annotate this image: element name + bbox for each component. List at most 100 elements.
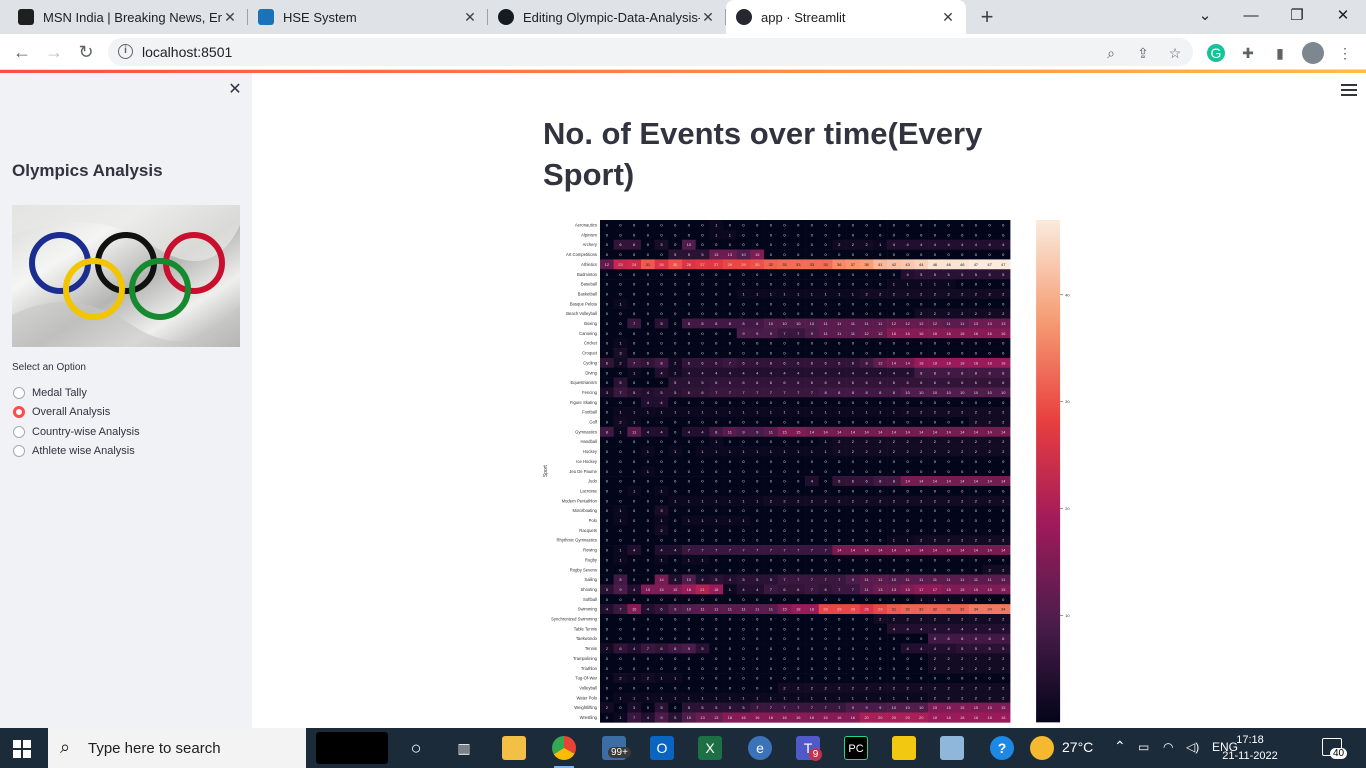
heatmap-cell-label: 14 [864,429,869,434]
radio-overall-analysis[interactable]: Overall Analysis [13,404,110,420]
file-explorer-icon[interactable] [502,736,526,760]
heatmap-cell-label: 18 [987,715,992,720]
minimize-button[interactable]: — [1228,0,1274,34]
site-info-icon[interactable]: i [118,44,133,59]
msn-icon [18,9,34,25]
battery-icon[interactable]: ▭ [1138,740,1149,754]
taskbar-search-box[interactable]: ⌕ Type here to search [48,728,306,768]
back-icon[interactable]: ← [10,40,34,64]
new-tab-button[interactable]: + [976,4,998,30]
bookmark-star-icon[interactable]: ☆ [1167,45,1183,61]
reload-icon[interactable]: ↻ [74,40,98,64]
sport-tick-label: Gymnastics [575,429,597,434]
radio-circle[interactable] [13,426,25,438]
close-tab-icon[interactable]: ✕ [940,9,956,26]
heatmap-cell-label: 14 [1001,548,1006,553]
heatmap-cell-label: 10 [769,321,774,326]
heatmap-cell-label: 10 [741,252,746,257]
hamburger-menu-icon[interactable] [1341,84,1357,98]
close-sidebar-icon[interactable]: ✕ [226,81,244,99]
sport-tick-label: Racquets [579,528,597,533]
heatmap-cell-label: 29 [851,607,856,612]
profile-avatar[interactable] [1302,42,1324,64]
heatmap-cell-label: 30 [755,262,760,267]
heatmap-cell-label: 30 [673,262,678,267]
windows-start-icon[interactable] [13,740,31,758]
close-window-button[interactable]: ✕ [1320,0,1366,34]
paint-icon[interactable] [940,736,964,760]
help-icon[interactable]: ? [990,736,1014,760]
promo-banner-icon[interactable] [316,732,388,764]
tab-search-icon[interactable]: ⌄ [1182,0,1228,34]
forward-icon[interactable]: → [42,40,66,64]
close-tab-icon[interactable]: ✕ [222,9,238,26]
heatmap-cell-label: 17 [919,587,924,592]
tab-streamlit[interactable]: app · Streamlit ✕ [726,0,966,34]
sport-tick-label: Athletics [581,262,597,267]
heatmap-cell-label: 12 [605,262,610,267]
heatmap-cell-label: 15 [782,607,787,612]
side-panel-icon[interactable]: ▮ [1271,44,1289,62]
radio-circle[interactable] [13,387,25,399]
heatmap-cell-label: 10 [796,321,801,326]
search-icon: ⌕ [60,737,71,757]
sport-tick-label: Jeu De Paume [569,469,597,474]
heatmap-cell-label: 16 [851,715,856,720]
browser-menu-icon[interactable]: ⋮ [1336,44,1354,62]
maximize-button[interactable]: ❐ [1274,0,1320,34]
tab-msn[interactable]: MSN India | Breaking News, Ente ✕ [8,0,248,34]
close-tab-icon[interactable]: ✕ [700,9,716,26]
sport-tick-label: Football [582,410,597,415]
clock[interactable]: 17:18 21-11-2022 [1218,732,1282,764]
address-bar[interactable]: i localhost:8501 ⌕ ⇪ ☆ [108,38,1193,66]
ge-icon[interactable]: e [748,736,772,760]
heatmap-cell-label: 16 [755,715,760,720]
task-view-icon[interactable]: ▥ [452,736,476,760]
chrome-icon[interactable] [552,736,576,768]
radio-country-wise-analysis[interactable]: Country-wise Analysis [13,424,140,440]
heatmap-cell-label: 14 [905,548,910,553]
radio-athlete-wise-analysis[interactable]: Athlete wise Analysis [13,443,135,459]
heatmap-cell-label: 15 [1001,587,1006,592]
mail-badge: 99+ [608,747,631,758]
excel-icon[interactable]: X [698,736,722,760]
heatmap-cell-label: 14 [987,548,992,553]
sport-tick-label: Archery [583,242,598,247]
sport-tick-label: Tennis [585,646,597,651]
browser-toolbar: ← → ↻ i localhost:8501 ⌕ ⇪ ☆ [0,34,1366,70]
power-bi-icon[interactable] [892,736,916,760]
close-tab-icon[interactable]: ✕ [462,9,478,26]
wifi-icon[interactable]: ◠ [1163,740,1173,754]
heatmap-cell-label: 12 [919,321,924,326]
heatmap-cell-label: 14 [823,429,828,434]
share-icon[interactable]: ⇪ [1135,45,1151,61]
heatmap-cell-label: 18 [933,715,938,720]
heatmap-cell-label: 14 [905,429,910,434]
heatmap-cell-label: 10 [960,390,965,395]
heatmap-cell-label: 14 [878,429,883,434]
sport-tick-label: Golf [589,420,598,425]
heatmap-cell-label: 16 [892,331,897,336]
sport-tick-label: Rugby Sevens [570,567,597,572]
heatmap-cell-label: 14 [837,548,842,553]
heatmap-cell-label: 20 [864,715,869,720]
notification-count: 40 [1330,748,1348,759]
grammarly-icon[interactable]: G [1207,44,1225,62]
chevron-up-icon[interactable]: ⌃ [1114,738,1126,755]
heatmap-cell-label: 14 [933,479,938,484]
radio-medal-tally[interactable]: Medal Tally [13,385,87,401]
heatmap-cell-label: 23 [618,262,623,267]
sport-tick-label: Rugby [585,557,598,562]
zoom-icon[interactable]: ⌕ [1103,45,1119,61]
cortana-icon[interactable]: ○ [404,736,428,760]
pycharm-icon[interactable]: PC [844,736,868,760]
tab-github[interactable]: Editing Olympic-Data-Analysis-/F ✕ [488,0,726,34]
radio-circle[interactable] [13,406,25,418]
extensions-puzzle-icon[interactable]: ✚ [1239,44,1257,62]
heatmap-cell-label: 12 [878,331,883,336]
volume-icon[interactable]: ◁) [1186,740,1199,754]
outlook-icon[interactable]: O [650,736,674,760]
heatmap-cell-label: 18 [974,360,979,365]
tab-hse[interactable]: HSE System ✕ [248,0,488,34]
radio-circle[interactable] [13,445,25,457]
